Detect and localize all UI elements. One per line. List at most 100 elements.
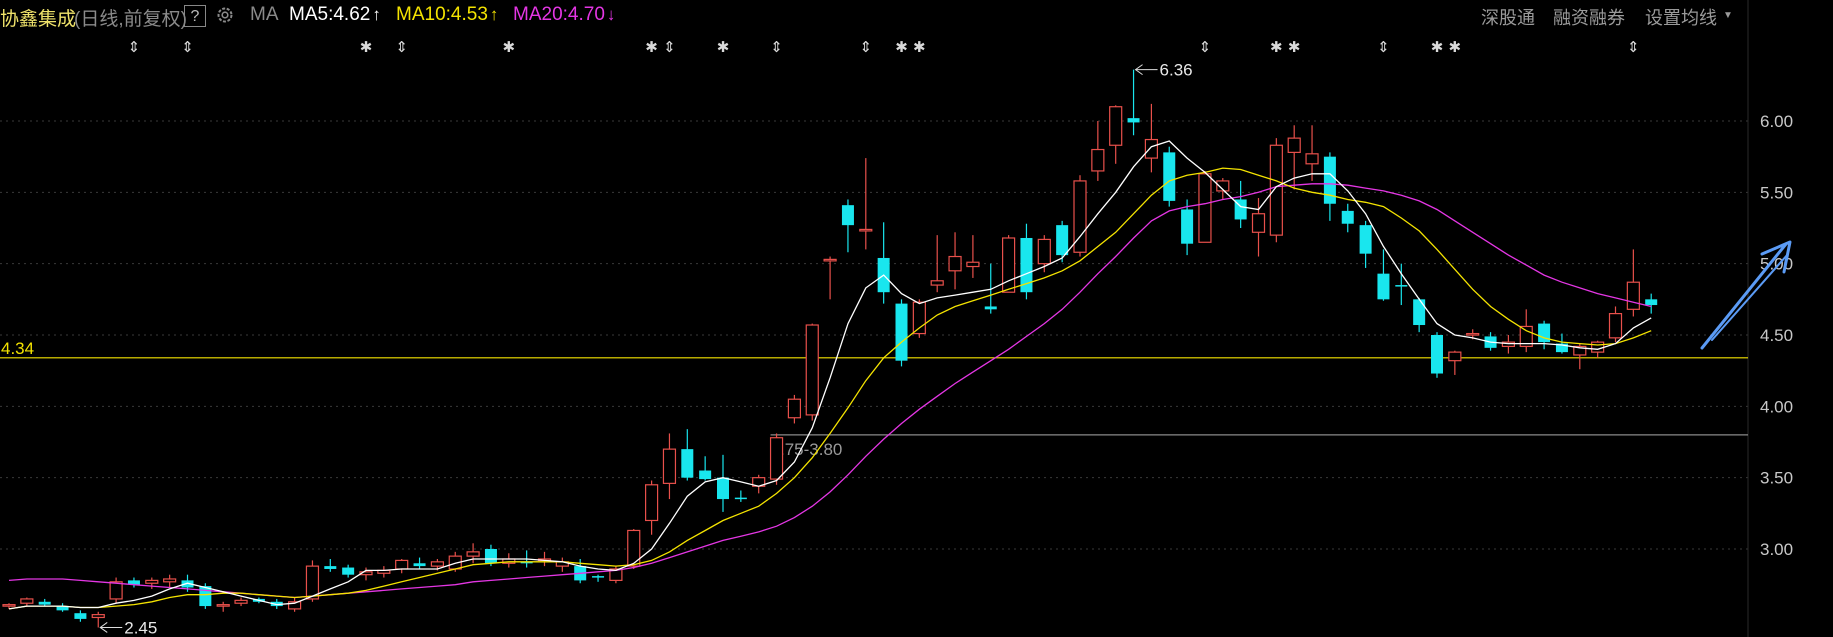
event-marker-icon[interactable]: ⇕: [181, 38, 194, 56]
event-marker-icon[interactable]: ✱: [1288, 38, 1301, 56]
candle-body: [430, 561, 444, 567]
candle: [1305, 125, 1319, 181]
candle: [734, 490, 747, 502]
event-marker-icon[interactable]: ✱: [645, 38, 658, 56]
candle-body: [859, 228, 873, 232]
candle: [1163, 146, 1176, 207]
candle: [359, 567, 373, 581]
event-marker-icon[interactable]: ✱: [913, 38, 926, 56]
candle: [395, 558, 409, 574]
candle-body: [466, 551, 480, 557]
candlestick-chart[interactable]: 6.005.505.004.504.003.503.004.343.75-3.8…: [0, 0, 1833, 637]
y-tick-label: 3.00: [1760, 540, 1793, 559]
event-marker-icon[interactable]: ✱: [1449, 38, 1462, 56]
candle-body: [1091, 148, 1105, 172]
candle: [163, 574, 177, 588]
candle-body: [1341, 210, 1354, 224]
candle-body: [1413, 299, 1426, 326]
candle-body: [1359, 225, 1372, 254]
candle: [1020, 223, 1033, 300]
candle: [877, 222, 890, 304]
candle: [1448, 350, 1462, 375]
event-marker-icon[interactable]: ✱: [1270, 38, 1283, 56]
candle: [91, 611, 105, 628]
candle: [895, 299, 908, 367]
candle-body: [966, 261, 980, 268]
candle: [288, 597, 302, 612]
candle: [502, 553, 516, 568]
event-marker-icon[interactable]: ✱: [717, 38, 730, 56]
candle-body: [216, 604, 230, 607]
event-marker-icon[interactable]: ⇕: [395, 38, 408, 56]
event-marker-icon[interactable]: ✱: [360, 38, 373, 56]
event-marker-icon[interactable]: ⇕: [1377, 38, 1390, 56]
candle-body: [2, 604, 16, 607]
candle-body: [769, 437, 784, 480]
candle-body: [1395, 285, 1408, 287]
candle-body: [787, 398, 802, 419]
candle-body: [984, 306, 997, 310]
candle: [930, 235, 944, 293]
candle-body: [1626, 281, 1640, 310]
candle: [1323, 152, 1336, 221]
candle: [127, 577, 140, 588]
candle: [1431, 332, 1443, 378]
min-price-label: 2.45: [99, 618, 157, 637]
candles: [2, 69, 1658, 628]
candle-body: [1431, 335, 1443, 374]
candle: [699, 456, 712, 481]
candle: [1608, 306, 1623, 343]
candle-body: [895, 303, 908, 361]
candle: [717, 454, 729, 512]
candle-body: [1144, 138, 1159, 159]
candle: [145, 577, 159, 589]
candle-body: [342, 567, 355, 575]
candle: [324, 558, 337, 572]
event-marker-icon[interactable]: ⇕: [128, 38, 141, 56]
event-marker-icon[interactable]: ⇕: [1627, 38, 1640, 56]
extreme-value-label: 2.45: [124, 618, 157, 637]
event-marker-icon[interactable]: ✱: [1431, 38, 1444, 56]
candle-body: [1305, 153, 1319, 165]
candle: [1073, 175, 1087, 257]
event-marker-icon[interactable]: ✱: [895, 38, 908, 56]
candle-body: [234, 599, 248, 604]
candle: [948, 232, 962, 290]
candle-body: [1001, 237, 1016, 293]
price-line-label: 4.34: [1, 339, 34, 358]
candle-body: [395, 559, 409, 570]
candle-body: [1198, 173, 1212, 243]
candle: [966, 235, 980, 278]
max-price-label: 6.36: [1134, 61, 1193, 80]
candle: [823, 256, 837, 300]
candle-body: [91, 614, 105, 619]
candle: [555, 557, 569, 572]
candle: [644, 480, 659, 535]
candle: [1269, 138, 1283, 243]
candle-body: [1127, 118, 1140, 123]
candle: [1413, 297, 1426, 333]
candle-body: [734, 497, 747, 500]
candle: [859, 158, 873, 250]
event-marker-icon[interactable]: ✱: [503, 38, 516, 56]
event-marker-icon[interactable]: ⇕: [1199, 38, 1212, 56]
candle-body: [1109, 106, 1123, 146]
candle-body: [1251, 213, 1266, 233]
candle: [234, 597, 248, 607]
event-marker-icon[interactable]: ⇕: [860, 38, 873, 56]
candle: [1359, 220, 1372, 268]
candle-body: [1163, 152, 1176, 201]
candle: [752, 474, 766, 494]
candle: [1127, 69, 1140, 136]
event-marker-icon[interactable]: ⇕: [663, 38, 676, 56]
candle: [1251, 198, 1266, 257]
candle-body: [1056, 225, 1069, 256]
candle: [109, 577, 123, 604]
candle-body: [841, 205, 854, 226]
y-tick-label: 4.50: [1760, 326, 1793, 345]
candle: [38, 598, 51, 607]
candle-body: [912, 301, 926, 335]
candle-body: [1466, 332, 1480, 336]
event-marker-icon[interactable]: ⇕: [770, 38, 783, 56]
candle: [1395, 263, 1408, 306]
